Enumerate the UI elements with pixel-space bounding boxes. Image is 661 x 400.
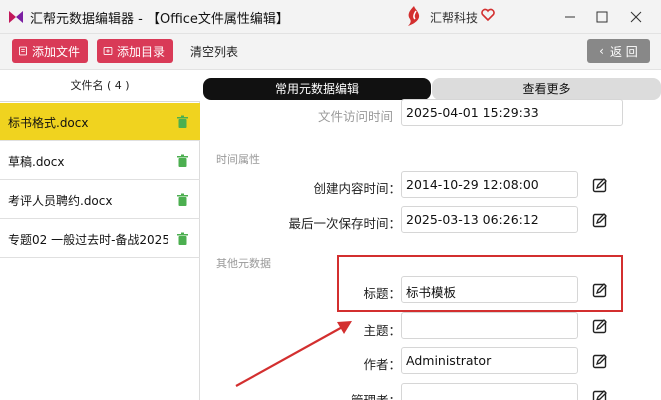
manager-field[interactable] xyxy=(401,383,578,400)
clear-list-button[interactable]: 清空列表 xyxy=(190,43,238,60)
add-folder-icon xyxy=(103,47,113,55)
subject-field[interactable] xyxy=(401,312,578,339)
edit-icon[interactable] xyxy=(592,353,608,369)
file-list-panel: 文件名 ( 4 ) 标书格式.docx 草稿.docx 考评人员聘约.docx … xyxy=(0,70,200,400)
maximize-icon[interactable] xyxy=(590,6,614,28)
file-name: 标书格式.docx xyxy=(8,116,89,130)
access-time-label: 文件访问时间 xyxy=(317,109,393,124)
chevron-left-icon: ‹ xyxy=(599,44,604,58)
file-item[interactable]: 标书格式.docx xyxy=(0,103,200,141)
heart-icon xyxy=(481,8,495,22)
brand-logo-icon xyxy=(408,6,420,26)
save-time-label: 最后一次保存时间： xyxy=(288,216,401,231)
create-time-label: 创建内容时间： xyxy=(313,181,401,196)
file-list-header: 文件名 ( 4 ) xyxy=(0,70,200,102)
other-section-label: 其他元数据 xyxy=(216,257,271,270)
file-name: 专题02 一般过去时-备战2025年... xyxy=(8,233,168,247)
file-name: 草稿.docx xyxy=(8,155,65,169)
trash-icon[interactable] xyxy=(176,193,189,207)
app-logo-icon xyxy=(9,11,23,23)
manager-label: 管理者： xyxy=(351,390,401,400)
brand-name: 汇帮科技 xyxy=(430,11,479,25)
add-file-icon xyxy=(18,46,27,56)
toolbar: 添加文件 添加目录 清空列表 ‹ 返 回 xyxy=(0,34,661,70)
tab-common-metadata[interactable]: 常用元数据编辑 xyxy=(203,78,431,100)
back-button[interactable]: ‹ 返 回 xyxy=(587,39,650,63)
tab-view-more[interactable]: 查看更多 xyxy=(432,78,661,100)
edit-icon[interactable] xyxy=(592,212,608,228)
edit-icon[interactable] xyxy=(592,389,608,400)
close-icon[interactable] xyxy=(624,6,648,28)
save-time-field[interactable]: 2025-03-13 06:26:12 xyxy=(401,206,578,233)
author-label: 作者： xyxy=(363,357,401,372)
subject-label: 主题： xyxy=(363,323,401,338)
window-title: 汇帮元数据编辑器 - 【Office文件属性编辑】 xyxy=(30,12,289,27)
edit-icon[interactable] xyxy=(592,177,608,193)
trash-icon[interactable] xyxy=(176,232,189,246)
edit-icon[interactable] xyxy=(592,318,608,334)
create-time-field[interactable]: 2014-10-29 12:08:00 xyxy=(401,171,578,198)
file-item[interactable]: 草稿.docx xyxy=(0,142,200,180)
add-directory-button[interactable]: 添加目录 xyxy=(97,39,173,63)
time-section-label: 时间属性 xyxy=(216,153,260,166)
add-directory-label: 添加目录 xyxy=(116,44,165,59)
back-label: 返 回 xyxy=(609,44,638,59)
access-time-field[interactable]: 2025-04-01 15:29:33 xyxy=(401,99,623,126)
add-file-button[interactable]: 添加文件 xyxy=(12,39,88,63)
minimize-icon[interactable] xyxy=(558,6,582,28)
file-name: 考评人员聘约.docx xyxy=(8,194,113,208)
title-bar: 汇帮元数据编辑器 - 【Office文件属性编辑】 汇帮科技 xyxy=(0,0,661,34)
add-file-label: 添加文件 xyxy=(31,44,80,59)
metadata-panel: 常用元数据编辑 查看更多 文件访问时间 2025-04-01 15:29:33 … xyxy=(201,70,661,400)
author-field[interactable]: Administrator xyxy=(401,347,578,374)
trash-icon[interactable] xyxy=(176,115,189,129)
trash-icon[interactable] xyxy=(176,154,189,168)
file-item[interactable]: 专题02 一般过去时-备战2025年... xyxy=(0,220,200,258)
file-item[interactable]: 考评人员聘约.docx xyxy=(0,181,200,219)
annotation-highlight-box xyxy=(337,255,623,312)
